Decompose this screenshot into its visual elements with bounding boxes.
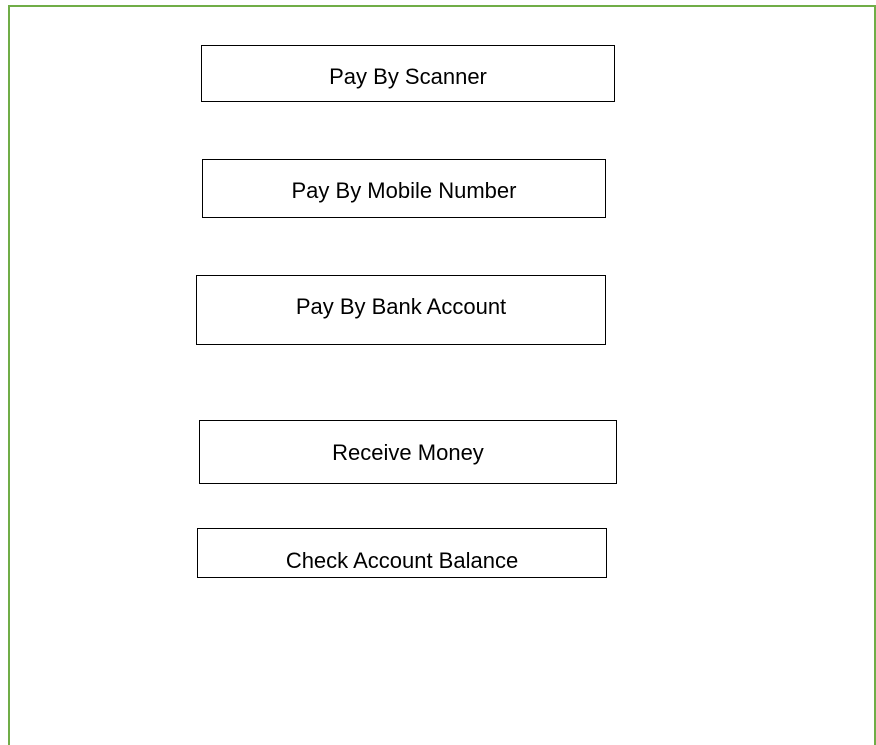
pay-by-bank-account-label: Pay By Bank Account <box>295 294 507 319</box>
pay-by-mobile-number-button[interactable]: Pay By Mobile Number <box>202 159 606 218</box>
receive-money-label: Receive Money <box>332 440 484 465</box>
check-account-balance-button[interactable]: Check Account Balance <box>197 528 607 578</box>
pay-by-scanner-button[interactable]: Pay By Scanner <box>201 45 615 102</box>
app-frame <box>8 5 876 745</box>
pay-by-bank-account-button[interactable]: Pay By Bank Account <box>196 275 606 345</box>
check-account-balance-label: Check Account Balance <box>285 548 519 573</box>
pay-by-scanner-label: Pay By Scanner <box>329 64 487 89</box>
receive-money-button[interactable]: Receive Money <box>199 420 617 484</box>
pay-by-mobile-number-label: Pay By Mobile Number <box>291 178 517 203</box>
